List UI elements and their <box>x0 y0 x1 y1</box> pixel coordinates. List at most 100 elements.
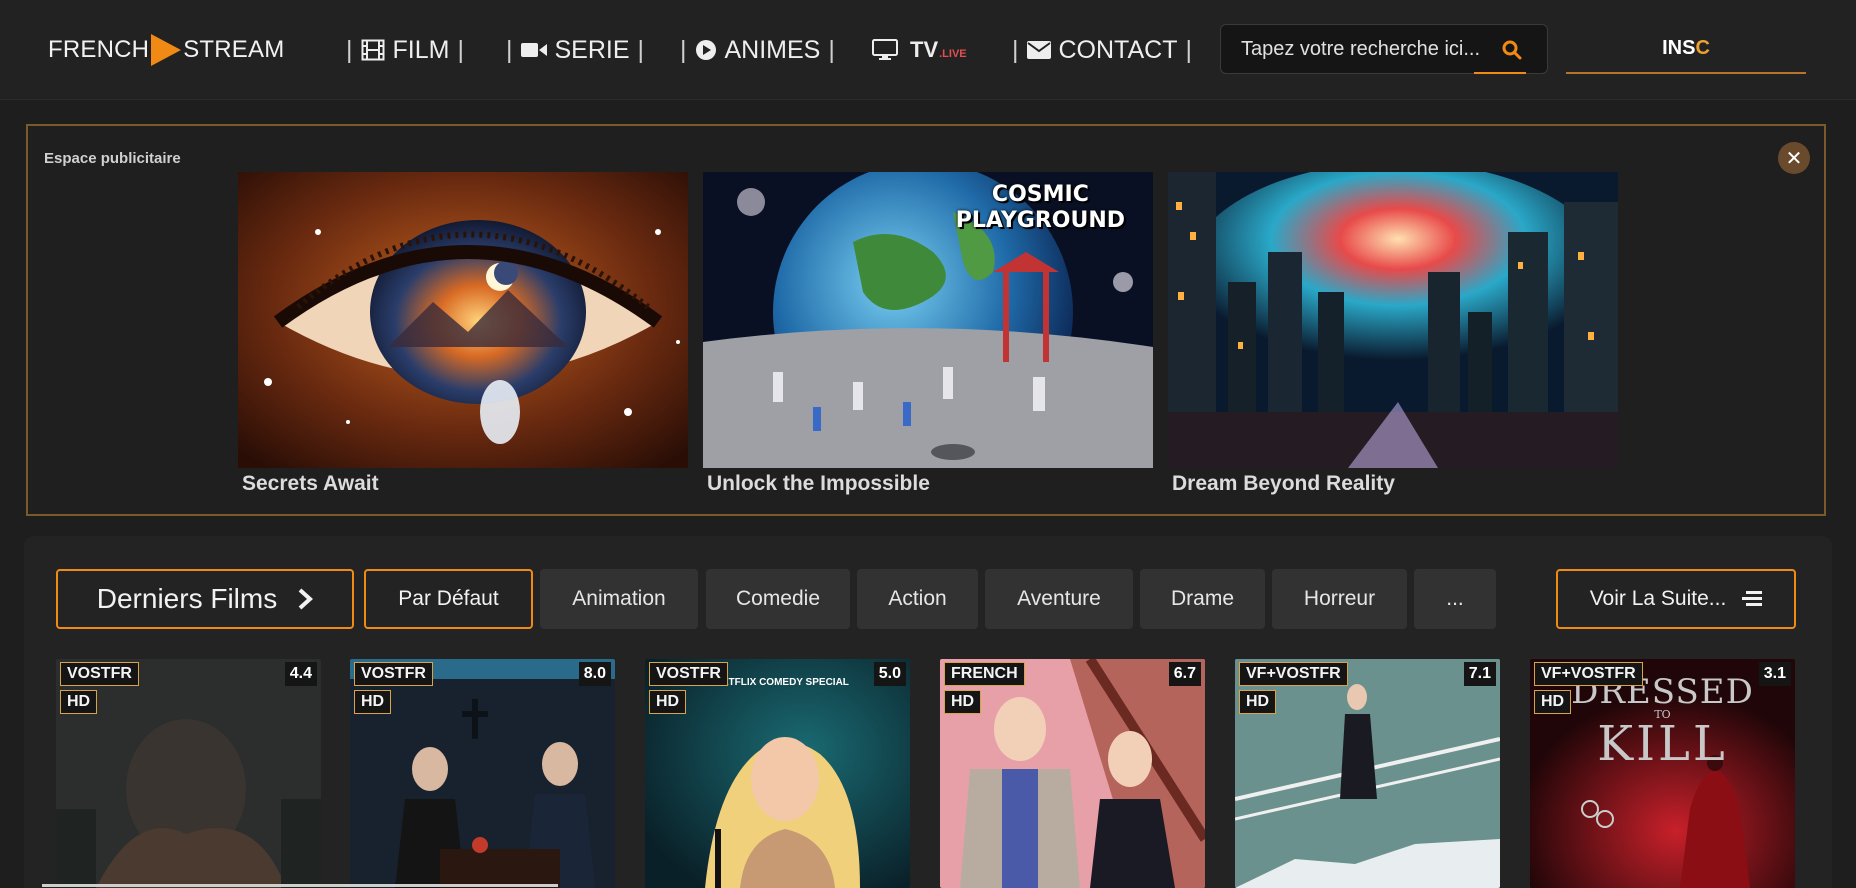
filter-horreur[interactable]: Horreur <box>1272 569 1407 629</box>
nav-serie-label: SERIE <box>554 35 630 64</box>
nav-tv-live[interactable]: TV.LIVE <box>872 32 967 68</box>
ad-card-title: Secrets Await <box>242 472 379 495</box>
logo-text-stream: STREAM <box>183 36 285 63</box>
overlay-line-2: PLAYGROUND <box>955 208 1125 233</box>
ad-card-unlock-impossible[interactable]: COSMIC PLAYGROUND Unlock the Impossible <box>703 172 1153 496</box>
language-badge: VOSTFR <box>60 662 139 686</box>
filter-more[interactable]: ... <box>1414 569 1496 629</box>
chevron-right-icon <box>298 588 314 610</box>
search-input[interactable] <box>1241 37 1491 61</box>
movie-poster[interactable]: A NETFLIX COMEDY SPECIAL VOSTFR HD 5.0 <box>645 659 910 888</box>
see-more-button[interactable]: Voir La Suite... <box>1556 569 1796 629</box>
ad-close-button[interactable]: ✕ <box>1778 142 1810 174</box>
nav-separator: | <box>346 35 353 64</box>
nav-film[interactable]: | FILM | <box>346 32 464 68</box>
see-more-label: Voir La Suite... <box>1589 587 1727 610</box>
signup-button[interactable]: INS C <box>1566 24 1806 74</box>
filter-label: ... <box>1446 587 1464 610</box>
nav-separator: | <box>828 35 835 64</box>
ad-card-dream-beyond[interactable]: Dream Beyond Reality <box>1168 172 1618 496</box>
filter-label: Animation <box>572 587 666 610</box>
nav-separator: | <box>457 35 464 64</box>
quality-badge: HD <box>944 690 982 714</box>
nav-animes-label: ANIMES <box>724 35 821 64</box>
filter-action[interactable]: Action <box>857 569 978 629</box>
filter-label: Action <box>888 587 947 610</box>
quality-badge: HD <box>649 690 687 714</box>
signup-label: INS <box>1662 36 1696 59</box>
site-logo[interactable]: FRENCH STREAM <box>48 34 284 66</box>
signup-label-accent: C <box>1695 36 1710 59</box>
ad-image-city-galaxy <box>1168 172 1618 468</box>
search-icon <box>1502 40 1522 60</box>
filter-label: Comedie <box>735 587 821 610</box>
ad-label: Espace publicitaire <box>44 150 181 167</box>
close-icon: ✕ <box>1785 147 1803 170</box>
filter-label: Drame <box>1170 587 1234 610</box>
search-box <box>1220 24 1548 74</box>
poster-title-line-3: KILL <box>1597 716 1728 772</box>
language-badge: VF+VOSTFR <box>1534 662 1643 686</box>
film-icon <box>361 39 384 61</box>
list-icon <box>1742 591 1763 606</box>
rating-badge: 8.0 <box>578 662 611 686</box>
video-camera-icon <box>520 43 547 57</box>
quality-badge: HD <box>60 690 98 714</box>
filter-aventure[interactable]: Aventure <box>985 569 1133 629</box>
movie-poster[interactable]: FRENCH HD 6.7 <box>940 659 1205 888</box>
filter-drame[interactable]: Drame <box>1140 569 1265 629</box>
nav-separator: | <box>1012 35 1019 64</box>
language-badge: FRENCH <box>944 662 1025 686</box>
movie-poster[interactable]: DRESSED TO KILL VF+VOSTFR HD 3.1 <box>1530 659 1795 888</box>
filter-animation[interactable]: Animation <box>540 569 698 629</box>
tv-label-main: TV <box>910 37 939 62</box>
poster-title-art: DRESSED TO KILL <box>1530 675 1795 768</box>
tv-icon <box>872 39 898 60</box>
nav-separator: | <box>506 35 513 64</box>
language-badge: VOSTFR <box>649 662 728 686</box>
nav-animes[interactable]: | ANIMES | <box>680 32 835 68</box>
nav-separator: | <box>680 35 687 64</box>
search-button[interactable] <box>1497 35 1527 65</box>
nav-contact-label: CONTACT <box>1058 35 1178 64</box>
rating-badge: 4.4 <box>284 662 317 686</box>
movie-poster[interactable]: VOSTFR HD 8.0 <box>350 659 615 888</box>
top-navbar: FRENCH STREAM | FILM | | SERIE | | ANIME… <box>0 0 1856 100</box>
nav-contact[interactable]: | CONTACT | <box>1012 32 1192 68</box>
logo-text-french: FRENCH <box>48 36 150 63</box>
ad-image-eye <box>238 172 688 468</box>
overlay-line-1: COSMIC <box>991 182 1089 207</box>
nav-film-label: FILM <box>392 35 450 64</box>
movie-poster[interactable]: VOSTFR HD 4.4 <box>56 659 321 888</box>
language-badge: VOSTFR <box>354 662 433 686</box>
ad-image-overlay-text: COSMIC PLAYGROUND <box>956 182 1125 234</box>
nav-serie[interactable]: | SERIE | <box>506 32 644 68</box>
quality-badge: HD <box>1534 690 1572 714</box>
ad-card-title: Dream Beyond Reality <box>1172 472 1395 495</box>
horizontal-scrollbar[interactable] <box>42 884 558 887</box>
nav-tv-label: TV.LIVE <box>910 37 967 63</box>
logo-play-icon <box>151 34 182 66</box>
filter-label: Aventure <box>1017 587 1101 610</box>
rating-badge: 5.0 <box>873 662 906 686</box>
filter-default[interactable]: Par Défaut <box>364 569 533 629</box>
ad-card-title: Unlock the Impossible <box>707 472 930 495</box>
envelope-icon <box>1026 41 1051 59</box>
filter-comedie[interactable]: Comedie <box>706 569 850 629</box>
language-badge: VF+VOSTFR <box>1239 662 1348 686</box>
movie-poster[interactable]: VF+VOSTFR HD 7.1 <box>1235 659 1500 888</box>
search-underline <box>1474 72 1526 74</box>
ad-image-cosmic-playground: COSMIC PLAYGROUND <box>703 172 1153 468</box>
quality-badge: HD <box>354 690 392 714</box>
play-circle-icon <box>695 40 716 60</box>
ad-card-secrets-await[interactable]: Secrets Await <box>238 172 688 496</box>
quality-badge: HD <box>1239 690 1277 714</box>
nav-separator: | <box>1185 35 1192 64</box>
nav-separator: | <box>637 35 645 64</box>
rating-badge: 3.1 <box>1758 662 1791 686</box>
rating-badge: 6.7 <box>1168 662 1201 686</box>
rating-badge: 7.1 <box>1463 662 1496 686</box>
section-title-button[interactable]: Derniers Films <box>56 569 354 629</box>
filter-label: Horreur <box>1303 587 1376 610</box>
section-title: Derniers Films <box>96 583 278 614</box>
